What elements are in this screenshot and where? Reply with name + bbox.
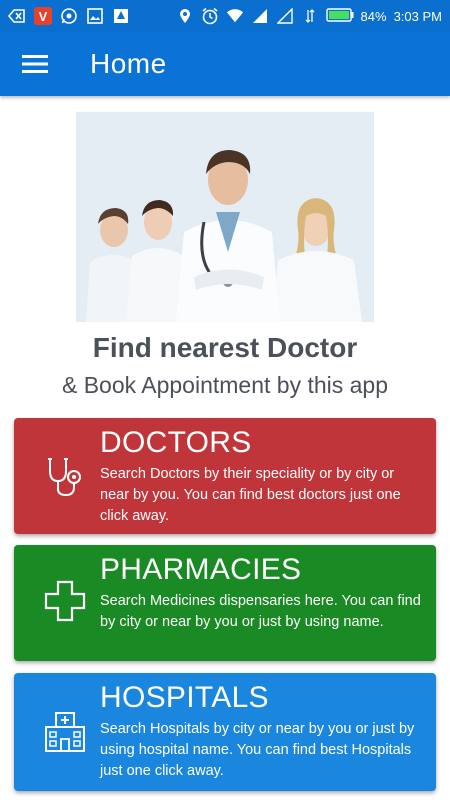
- subheadline: & Book Appointment by this app: [61, 372, 389, 398]
- signal-icon: [276, 7, 294, 25]
- app-bar: Home: [0, 32, 450, 96]
- menu-button[interactable]: [0, 32, 70, 96]
- battery-percent: 84%: [360, 8, 387, 24]
- page-title: Home: [90, 48, 167, 79]
- pharmacies-title: PHARMACIES: [100, 553, 302, 586]
- stethoscope-icon: [42, 453, 88, 499]
- alarm-icon: [201, 7, 219, 25]
- vivaldi-icon: V: [34, 7, 52, 25]
- wifi-icon: [226, 7, 244, 25]
- headline: Find nearest Doctor: [92, 332, 358, 363]
- pharmacies-card[interactable]: PHARMACIES Search Medicines dispensaries…: [14, 545, 436, 661]
- medical-cross-icon: [42, 578, 88, 624]
- hamburger-menu-icon: [22, 55, 48, 73]
- doctors-card[interactable]: DOCTORS Search Doctors by their speciali…: [14, 418, 436, 534]
- status-bar: V 84% 3:03 PM: [0, 0, 450, 32]
- signal-icon: [251, 7, 269, 25]
- data-icon: [301, 7, 319, 25]
- gallery-icon: [86, 7, 104, 25]
- pharmacies-description: Search Medicines dispensaries here. You …: [100, 593, 421, 630]
- back-arrow-icon: [8, 7, 26, 25]
- doctors-title: DOCTORS: [100, 426, 252, 459]
- hospital-building-icon: [42, 709, 88, 755]
- hospitals-card[interactable]: HOSPITALS Search Hospitals by city or ne…: [14, 673, 436, 791]
- whatsapp-icon: [60, 7, 78, 25]
- clock: 3:03 PM: [393, 8, 442, 24]
- location-icon: [176, 7, 194, 25]
- doctors-description: Search Doctors by their speciality or by…: [100, 466, 401, 524]
- battery-icon: [325, 7, 354, 26]
- hero-doctors-image: [76, 112, 374, 322]
- hospitals-description: Search Hospitals by city or near by you …: [100, 721, 415, 779]
- drive-icon: [112, 7, 130, 25]
- hospitals-title: HOSPITALS: [100, 681, 269, 714]
